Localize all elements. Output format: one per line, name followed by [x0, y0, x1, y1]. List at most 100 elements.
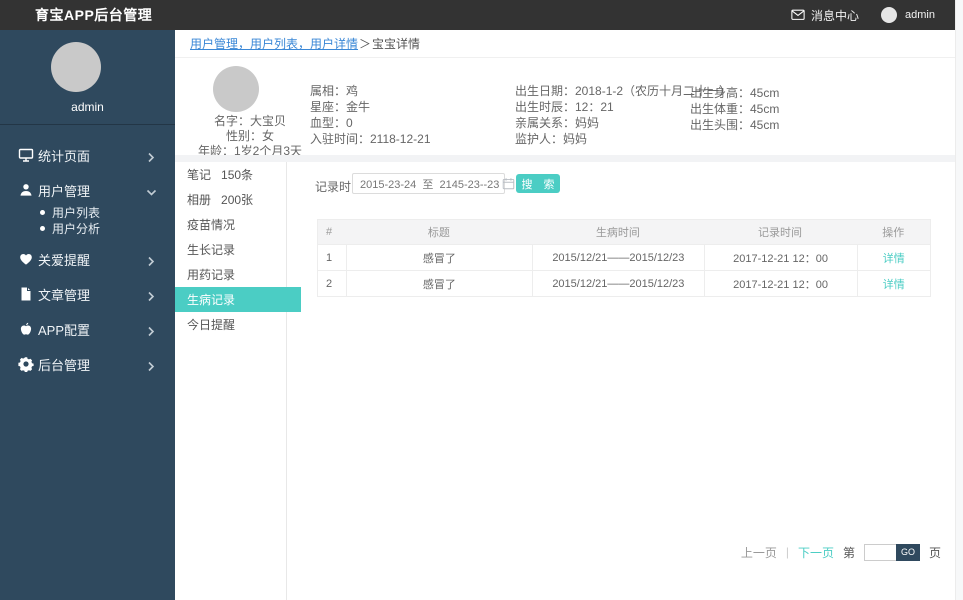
subnav-count: 200张 — [221, 193, 254, 207]
breadcrumb-current: 宝宝详情 — [372, 37, 421, 51]
sidebar-item-label: 关爱提醒 — [38, 252, 91, 268]
page-suffix: 页 — [928, 545, 941, 560]
table-row: 1 感冒了 2015/12/21——2015/12/23 2017-12-21 … — [318, 244, 930, 270]
chevron-right-icon — [146, 254, 157, 266]
sidebar-subitem-user-analysis[interactable]: 用户分析 — [0, 220, 175, 236]
gear-icon — [18, 356, 34, 373]
sidebar-item-article-management[interactable]: 文章管理 — [0, 276, 175, 312]
baby-guardian: 监护人：妈妈 — [515, 132, 588, 146]
user-icon — [18, 182, 34, 198]
pagination: 上一页 | 下一页 第 GO 页 — [0, 543, 941, 561]
subnav-item-notes[interactable]: 笔记 150条 — [175, 162, 287, 187]
subnav-label: 今日提醒 — [187, 318, 236, 332]
sidebar-subitem-user-list[interactable]: 用户列表 — [0, 204, 175, 220]
topbar: 育宝APP后台管理 消息中心 admin — [0, 0, 955, 30]
breadcrumb: 用户管理，用户列表，用户详情 ＞ 宝宝详情 — [175, 30, 955, 58]
cell-sick-time: 2015/12/21——2015/12/23 — [532, 245, 703, 270]
sidebar-item-label: APP配置 — [38, 322, 91, 338]
envelope-icon — [791, 8, 805, 22]
subnav-label: 疫苗情况 — [187, 218, 236, 232]
cell-index: 2 — [326, 277, 333, 290]
subnav-item-today-reminder[interactable]: 今日提醒 — [175, 312, 287, 337]
cell-title: 感冒了 — [345, 245, 533, 270]
chevron-right-icon — [146, 324, 157, 336]
page-number-input[interactable] — [863, 543, 896, 561]
breadcrumb-separator: ＞ — [359, 37, 372, 51]
header-sick-time: 生病时间 — [595, 227, 640, 239]
subnav-item-sickness[interactable]: 生病记录 — [175, 287, 301, 312]
baby-zodiac: 属相：鸡 — [310, 84, 359, 98]
baby-blood-type: 血型：0 — [310, 116, 353, 130]
topbar-right: 消息中心 admin — [791, 0, 935, 30]
subnav-label: 生长记录 — [187, 243, 236, 257]
page: 育宝APP后台管理 消息中心 admin admin 统计页面 用户管理 用户列… — [0, 0, 963, 600]
document-icon — [18, 286, 34, 302]
pagination-separator: | — [785, 545, 789, 559]
subnav-item-growth[interactable]: 生长记录 — [175, 237, 287, 262]
subnav-label: 用药记录 — [187, 268, 236, 282]
subnav-item-medication[interactable]: 用药记录 — [175, 262, 287, 287]
sidebar-item-label: 后台管理 — [38, 357, 91, 373]
subnav-item-album[interactable]: 相册 200张 — [175, 187, 287, 212]
app-title: 育宝APP后台管理 — [35, 7, 153, 23]
header-record-time: 记录时间 — [758, 227, 803, 239]
sidebar-item-label: 统计页面 — [38, 148, 91, 164]
search-button[interactable]: 搜 索 — [516, 174, 560, 193]
sidebar: admin 统计页面 用户管理 用户列表 用户分析 关爱提醒 文章管理 APP配… — [0, 30, 175, 600]
chevron-right-icon — [146, 289, 157, 301]
subnav-item-vaccine[interactable]: 疫苗情况 — [175, 212, 287, 237]
sidebar-subitem-label: 用户分析 — [52, 221, 101, 236]
header-action: 操作 — [882, 227, 905, 239]
sickness-record-table: # 标题 生病时间 记录时间 操作 1 感冒了 2015/12/21——2015… — [317, 219, 931, 297]
table-row: 2 感冒了 2015/12/21——2015/12/23 2017-12-21 … — [318, 270, 930, 296]
page-prefix: 第 — [842, 545, 855, 560]
baby-birth-hour: 出生时辰：12：21 — [515, 100, 614, 114]
sidebar-divider — [0, 124, 175, 125]
date-range-picker[interactable] — [352, 173, 515, 194]
subnav-label: 生病记录 — [187, 293, 236, 307]
sidebar-item-label: 用户管理 — [38, 183, 91, 199]
chevron-right-icon — [146, 150, 157, 162]
baby-birth-weight: 出生体重：45cm — [690, 102, 780, 116]
cell-record-time: 2017-12-21 12：00 — [703, 271, 857, 296]
sidebar-item-care-reminder[interactable]: 关爱提醒 — [0, 241, 175, 277]
sidebar-item-statistics[interactable]: 统计页面 — [0, 137, 175, 173]
detail-link[interactable]: 详情 — [883, 276, 905, 292]
sidebar-avatar — [51, 42, 101, 92]
baby-avatar — [213, 66, 259, 112]
go-button[interactable]: GO — [895, 543, 920, 561]
bullet-icon — [40, 209, 45, 215]
cell-index: 1 — [326, 251, 333, 264]
baby-constellation: 星座：金牛 — [310, 100, 371, 114]
table-header-row: # 标题 生病时间 记录时间 操作 — [318, 220, 930, 244]
breadcrumb-links[interactable]: 用户管理，用户列表，用户详情 — [190, 35, 358, 52]
sidebar-username: admin — [71, 100, 104, 114]
next-page-button[interactable]: 下一页 — [798, 544, 834, 561]
sidebar-item-backend-management[interactable]: 后台管理 — [0, 346, 175, 382]
header-title: 标题 — [427, 227, 450, 239]
detail-link[interactable]: 详情 — [883, 250, 905, 266]
baby-relation: 亲属关系：妈妈 — [515, 116, 600, 130]
sidebar-subitem-label: 用户列表 — [52, 205, 101, 220]
monitor-icon — [18, 147, 34, 163]
sidebar-item-app-config[interactable]: APP配置 — [0, 311, 175, 347]
header-index: # — [326, 226, 333, 238]
record-subnav: 笔记 150条 相册 200张 疫苗情况 生长记录 用药记录 生病记录 今日提醒 — [175, 162, 301, 600]
cell-sick-time: 2015/12/21——2015/12/23 — [532, 271, 703, 296]
calendar-icon — [502, 177, 515, 190]
subnav-label: 笔记 — [187, 168, 212, 182]
user-avatar[interactable] — [881, 7, 898, 23]
cell-title: 感冒了 — [345, 271, 533, 296]
scrollbar-track[interactable] — [955, 0, 963, 600]
prev-page-button[interactable]: 上一页 — [741, 544, 777, 561]
date-range-input[interactable] — [353, 177, 502, 190]
heart-icon — [18, 251, 34, 267]
message-center-button[interactable]: 消息中心 — [791, 7, 859, 24]
subnav-count: 150条 — [221, 168, 254, 182]
chevron-right-icon — [146, 359, 157, 371]
chevron-down-icon — [146, 185, 157, 196]
bullet-icon — [40, 225, 45, 231]
baby-head-circumference: 出生头围：45cm — [690, 118, 780, 132]
apple-icon — [18, 321, 34, 337]
cell-record-time: 2017-12-21 12：00 — [703, 245, 857, 270]
